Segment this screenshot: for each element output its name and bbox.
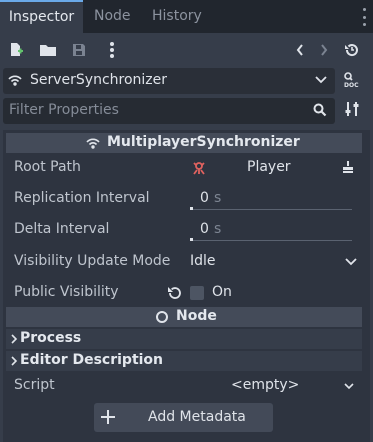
revert-icon[interactable]	[166, 285, 182, 301]
history-back-icon[interactable]	[294, 42, 306, 58]
tab-inspector[interactable]: Inspector	[0, 0, 83, 33]
public-visibility-value: On	[212, 284, 232, 300]
chevron-right-icon	[10, 333, 18, 345]
tab-node[interactable]: Node	[94, 0, 131, 33]
delta-interval-value[interactable]: 0	[200, 221, 209, 237]
save-icon[interactable]	[71, 42, 87, 58]
clear-path-icon[interactable]	[341, 160, 355, 174]
add-icon	[100, 409, 116, 425]
delta-interval-slider[interactable]	[190, 240, 352, 241]
group-process-label: Process	[20, 330, 82, 346]
public-visibility-label: Public Visibility	[14, 284, 119, 300]
history-icon[interactable]	[344, 42, 360, 58]
open-documentation-icon[interactable]: DOC	[343, 71, 360, 88]
delta-interval-label: Delta Interval	[14, 221, 110, 237]
public-visibility-checkbox[interactable]	[190, 286, 204, 300]
new-resource-icon[interactable]	[8, 42, 24, 58]
history-forward-icon[interactable]	[318, 42, 330, 58]
section-title: MultiplayerSynchronizer	[107, 134, 300, 150]
replication-interval-label: Replication Interval	[14, 190, 150, 206]
replication-interval-value[interactable]: 0	[200, 190, 209, 206]
tab-history[interactable]: History	[152, 0, 202, 33]
svg-text:DOC: DOC	[344, 82, 359, 88]
chevron-right-icon	[10, 355, 18, 367]
more-options-icon[interactable]	[109, 42, 115, 58]
open-folder-icon[interactable]	[39, 42, 57, 58]
replication-interval-slider-knob[interactable]	[190, 207, 193, 210]
replication-interval-unit: s	[214, 190, 222, 206]
multiplayer-sync-icon	[8, 73, 22, 87]
player-node-icon	[191, 160, 207, 176]
root-path-label: Root Path	[14, 159, 81, 175]
multiplayer-sync-icon	[86, 136, 100, 150]
group-editor-description-label: Editor Description	[20, 352, 164, 368]
node-circle-icon	[155, 310, 169, 324]
visibility-update-mode-label: Visibility Update Mode	[14, 253, 171, 269]
filter-properties-placeholder: Filter Properties	[9, 102, 119, 118]
chevron-down-icon	[315, 74, 327, 86]
search-icon	[313, 103, 327, 117]
script-label: Script	[14, 377, 55, 393]
chevron-down-icon[interactable]	[345, 257, 357, 267]
visibility-update-mode-value[interactable]: Idle	[190, 253, 216, 269]
node-selector-label: ServerSynchronizer	[30, 72, 168, 88]
chevron-down-icon[interactable]	[343, 381, 355, 391]
property-settings-icon[interactable]	[345, 101, 359, 117]
node-section-title: Node	[176, 308, 217, 324]
delta-interval-slider-knob[interactable]	[190, 238, 193, 241]
root-path-value[interactable]: Player	[247, 159, 291, 175]
add-metadata-label: Add Metadata	[148, 409, 246, 425]
replication-interval-slider[interactable]	[190, 209, 352, 210]
script-value[interactable]: <empty>	[231, 377, 299, 393]
delta-interval-unit: s	[214, 221, 222, 237]
tab-menu-icon[interactable]	[361, 8, 367, 26]
